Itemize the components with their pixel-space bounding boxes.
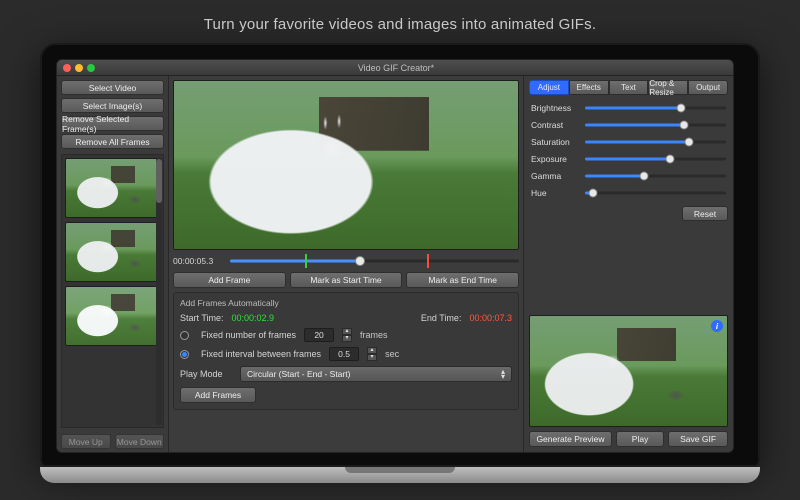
tab-adjust[interactable]: Adjust: [529, 80, 569, 95]
slider-row-hue: Hue: [531, 188, 726, 198]
add-frame-button[interactable]: Add Frame: [173, 272, 286, 288]
chevron-updown-icon: ▴▾: [501, 369, 505, 379]
app-window: Video GIF Creator* Select Video Select I…: [56, 59, 734, 453]
stepper-icon[interactable]: ▴▾: [367, 347, 377, 361]
start-time-value: 00:00:02.9: [232, 313, 275, 323]
adjust-sliders: Brightness Contrast Saturation Exposure Gamm…: [529, 99, 728, 200]
auto-frames-heading: Add Frames Automatically: [180, 298, 512, 308]
mark-end-button[interactable]: Mark as End Time: [406, 272, 519, 288]
slider-label: Contrast: [531, 120, 579, 130]
fixed-number-radio[interactable]: [180, 331, 189, 340]
contrast-slider[interactable]: [585, 120, 726, 130]
laptop-base: [40, 467, 760, 483]
exposure-slider[interactable]: [585, 154, 726, 164]
scrollbar[interactable]: [156, 157, 162, 425]
right-panel: AdjustEffectsTextCrop & ResizeOutput Bri…: [523, 76, 733, 452]
fixed-interval-unit: sec: [385, 349, 399, 359]
saturation-slider[interactable]: [585, 137, 726, 147]
slider-label: Exposure: [531, 154, 579, 164]
slider-label: Saturation: [531, 137, 579, 147]
save-gif-button[interactable]: Save GIF: [668, 431, 728, 447]
info-icon[interactable]: i: [711, 320, 723, 332]
play-button[interactable]: Play: [616, 431, 664, 447]
slider-row-saturation: Saturation: [531, 137, 726, 147]
fixed-interval-radio[interactable]: [180, 350, 189, 359]
mark-start-button[interactable]: Mark as Start Time: [290, 272, 403, 288]
window-title: Video GIF Creator*: [95, 63, 697, 73]
slider-row-brightness: Brightness: [531, 103, 726, 113]
fixed-number-unit: frames: [360, 330, 388, 340]
end-time-label: End Time:: [421, 313, 462, 323]
select-video-button[interactable]: Select Video: [61, 80, 164, 95]
play-mode-select[interactable]: Circular (Start - End - Start) ▴▾: [240, 366, 512, 382]
generate-preview-button[interactable]: Generate Preview: [529, 431, 612, 447]
adjust-tabs: AdjustEffectsTextCrop & ResizeOutput: [529, 80, 728, 95]
end-time-value: 00:00:07.3: [469, 313, 512, 323]
frame-thumb[interactable]: [65, 286, 160, 346]
stepper-icon[interactable]: ▴▾: [342, 328, 352, 342]
video-preview[interactable]: [173, 80, 519, 250]
sidebar: Select Video Select Image(s) Remove Sele…: [57, 76, 169, 452]
output-preview[interactable]: i: [529, 315, 728, 427]
frame-thumb[interactable]: [65, 158, 160, 218]
slider-row-contrast: Contrast: [531, 120, 726, 130]
tab-crop-resize[interactable]: Crop & Resize: [648, 80, 688, 95]
frames-list[interactable]: [61, 154, 164, 428]
move-up-button[interactable]: Move Up: [61, 434, 111, 449]
center-panel: 00:00:05.3 Add Frame Mark as Start Time …: [169, 76, 523, 452]
fixed-number-label: Fixed number of frames: [201, 330, 296, 340]
slider-label: Brightness: [531, 103, 579, 113]
slider-label: Gamma: [531, 171, 579, 181]
laptop-frame: Video GIF Creator* Select Video Select I…: [40, 43, 760, 483]
select-images-button[interactable]: Select Image(s): [61, 98, 164, 113]
start-marker-icon[interactable]: [305, 254, 307, 268]
tab-effects[interactable]: Effects: [569, 80, 609, 95]
playhead-knob[interactable]: [355, 256, 365, 266]
slider-label: Hue: [531, 188, 579, 198]
play-mode-label: Play Mode: [180, 369, 232, 379]
end-marker-icon[interactable]: [427, 254, 429, 268]
titlebar: Video GIF Creator*: [57, 60, 733, 76]
slider-row-gamma: Gamma: [531, 171, 726, 181]
gamma-slider[interactable]: [585, 171, 726, 181]
move-down-button[interactable]: Move Down: [115, 434, 165, 449]
tab-output[interactable]: Output: [688, 80, 728, 95]
start-time-label: Start Time:: [180, 313, 224, 323]
play-mode-value: Circular (Start - End - Start): [247, 369, 350, 379]
remove-selected-button[interactable]: Remove Selected Frame(s): [61, 116, 164, 131]
fixed-interval-label: Fixed interval between frames: [201, 349, 321, 359]
marketing-tagline: Turn your favorite videos and images int…: [0, 0, 800, 43]
remove-all-button[interactable]: Remove All Frames: [61, 134, 164, 149]
add-frames-button[interactable]: Add Frames: [180, 387, 256, 403]
brightness-slider[interactable]: [585, 103, 726, 113]
hue-slider[interactable]: [585, 188, 726, 198]
close-icon[interactable]: [63, 64, 71, 72]
tab-text[interactable]: Text: [609, 80, 649, 95]
timeline-scrubber[interactable]: [230, 254, 519, 268]
zoom-icon[interactable]: [87, 64, 95, 72]
auto-frames-group: Add Frames Automatically Start Time: 00:…: [173, 292, 519, 410]
fixed-interval-input[interactable]: [329, 347, 359, 361]
fixed-number-input[interactable]: [304, 328, 334, 342]
minimize-icon[interactable]: [75, 64, 83, 72]
window-controls: [63, 64, 95, 72]
frame-thumb[interactable]: [65, 222, 160, 282]
reset-button[interactable]: Reset: [682, 206, 728, 221]
timecode-label: 00:00:05.3: [173, 256, 225, 266]
slider-row-exposure: Exposure: [531, 154, 726, 164]
